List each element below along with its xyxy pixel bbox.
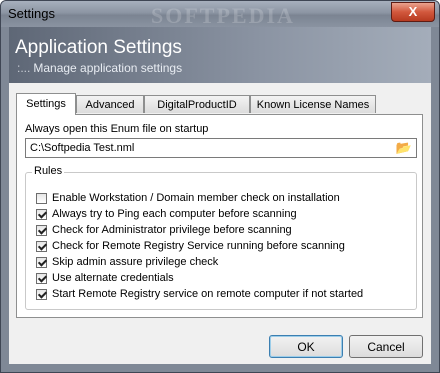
rule-alternate-credentials[interactable]: Use alternate credentials xyxy=(36,271,174,285)
folder-open-icon[interactable]: 📂 xyxy=(394,139,414,157)
rule-label: Use alternate credentials xyxy=(52,272,174,284)
startup-file-label: Always open this Enum file on startup xyxy=(25,123,209,135)
page-title: Application Settings xyxy=(15,37,182,58)
tab-advanced[interactable]: Advanced xyxy=(76,95,144,113)
dialog-body: Settings Advanced DigitalProductID Known… xyxy=(9,83,431,364)
title-bar[interactable]: Settings SOFTPEDIA X xyxy=(1,1,439,28)
subtitle-text: Manage application settings xyxy=(33,61,183,75)
settings-window: Settings SOFTPEDIA X Application Setting… xyxy=(0,0,440,373)
checkbox[interactable] xyxy=(36,240,47,252)
settings-panel: Always open this Enum file on startup C:… xyxy=(16,114,423,318)
subtitle-dots: :... xyxy=(17,61,31,75)
rule-label: Check for Administrator privilege before… xyxy=(52,224,292,236)
rule-label: Skip admin assure privilege check xyxy=(52,256,219,268)
checkbox[interactable] xyxy=(36,288,47,300)
rule-remote-registry-check[interactable]: Check for Remote Registry Service runnin… xyxy=(36,239,345,253)
tab-settings[interactable]: Settings xyxy=(16,93,76,115)
window-title: Settings xyxy=(8,6,55,21)
rule-label: Always try to Ping each computer before … xyxy=(52,208,297,220)
checkbox[interactable] xyxy=(36,272,47,284)
rule-label: Start Remote Registry service on remote … xyxy=(52,288,364,300)
rule-start-remote-registry[interactable]: Start Remote Registry service on remote … xyxy=(36,287,363,301)
ok-button[interactable]: OK xyxy=(269,335,343,358)
rules-legend: Rules xyxy=(32,165,65,177)
rule-ping-check[interactable]: Always try to Ping each computer before … xyxy=(36,207,297,221)
watermark: SOFTPEDIA xyxy=(151,3,295,28)
rule-label: Check for Remote Registry Service runnin… xyxy=(52,240,345,252)
startup-file-input[interactable]: C:\Softpedia Test.nml xyxy=(25,138,417,158)
checkbox[interactable] xyxy=(36,256,47,268)
rule-skip-admin-check[interactable]: Skip admin assure privilege check xyxy=(36,255,218,269)
checkbox[interactable] xyxy=(36,224,47,236)
close-button[interactable]: X xyxy=(391,2,435,22)
checkbox[interactable] xyxy=(36,208,47,220)
page-subtitle: :... Manage application settings xyxy=(17,61,182,75)
cancel-button[interactable]: Cancel xyxy=(349,335,423,358)
rule-workstation-check[interactable]: Enable Workstation / Domain member check… xyxy=(36,191,340,205)
rules-group: Rules Enable Workstation / Domain member… xyxy=(25,165,417,310)
tab-known-license-names[interactable]: Known License Names xyxy=(250,95,376,113)
tab-digitalproductid[interactable]: DigitalProductID xyxy=(144,95,250,113)
header-banner: Application Settings :... Manage applicat… xyxy=(9,27,431,83)
checkbox[interactable] xyxy=(36,192,47,204)
rule-admin-check[interactable]: Check for Administrator privilege before… xyxy=(36,223,292,237)
rule-label: Enable Workstation / Domain member check… xyxy=(52,192,340,204)
